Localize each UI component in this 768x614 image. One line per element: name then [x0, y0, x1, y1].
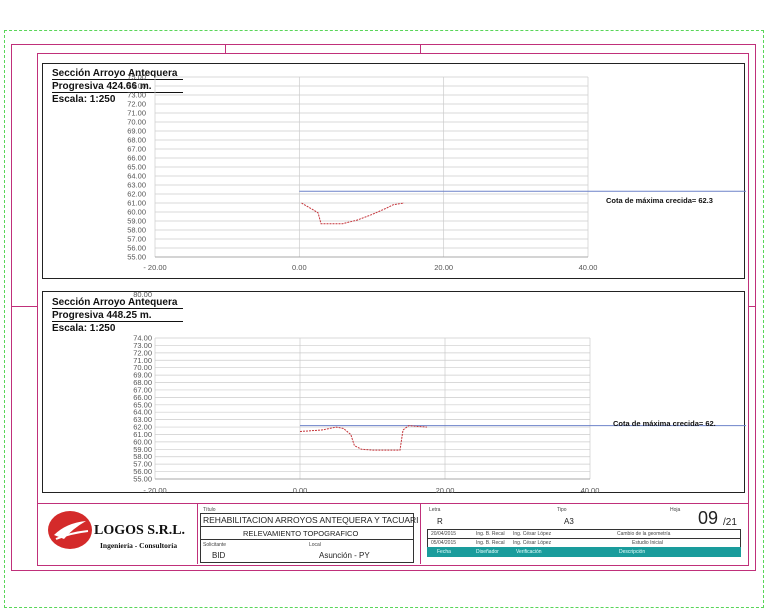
section-panel-bottom: Sección Arroyo Antequera Progresiva 448.…	[42, 291, 746, 494]
y-tick-label: 55.00	[127, 253, 146, 262]
y-tick-label: 70.00	[127, 118, 146, 127]
x-tick-label: 0.00	[292, 263, 307, 272]
divider	[427, 538, 741, 539]
y-tick-label: 64.00	[127, 172, 146, 181]
rev-descripcion: Estudio Inicial	[632, 540, 663, 546]
title-block: LOGOS S.R.L. Ingeniería - Consultoría Tí…	[37, 503, 749, 566]
divider	[200, 539, 414, 540]
rev-disenador: Ing. B. Recal	[476, 531, 505, 537]
revisions-header-bar	[427, 547, 741, 557]
y-tick-label: 55.00	[133, 475, 152, 484]
y-tick-label: 73.00	[127, 91, 146, 100]
hoja-label: Hoja	[670, 507, 681, 513]
section-panel-top: Sección Arroyo Antequera Progresiva 424.…	[42, 63, 746, 279]
flood-level-label: Cota de máxima crecida= 62.	[613, 419, 716, 428]
terrain-profile-line	[299, 425, 427, 451]
letra-label: Letra	[429, 507, 441, 513]
frame-tick-left	[11, 306, 37, 307]
rev-header-descripcion: Descripción	[619, 549, 646, 555]
rev-header-verificacion: Verificación	[516, 549, 542, 555]
rev-verificacion: Ing. César López	[513, 531, 552, 537]
hoja-value: 09	[698, 508, 719, 528]
terrain-profile-line	[301, 202, 405, 225]
y-tick-label: 69.00	[127, 127, 146, 136]
divider	[420, 504, 421, 564]
x-tick-label: - 20.00	[143, 486, 166, 494]
divider	[197, 504, 198, 564]
y-tick-label: 60.00	[127, 208, 146, 217]
letra-value: R	[437, 517, 443, 526]
x-tick-label: 20.00	[434, 263, 453, 272]
rev-descripcion: Cambio de la geometría	[617, 531, 671, 537]
y-tick-label: 74.00	[127, 82, 146, 91]
x-tick-label: - 20.00	[143, 263, 166, 272]
y-tick-label: 62.00	[127, 190, 146, 199]
company-name: LOGOS S.R.L.	[94, 523, 186, 538]
y-tick-label: 80.00	[133, 292, 152, 299]
y-tick-label: 57.00	[127, 235, 146, 244]
x-tick-label: 40.00	[581, 486, 600, 494]
x-tick-label: 0.00	[293, 486, 308, 494]
section-chart-top: 75.0074.0073.0072.0071.0070.0069.0068.00…	[127, 73, 746, 272]
y-tick-label: 56.00	[127, 244, 146, 253]
y-tick-label: 59.00	[127, 217, 146, 226]
project-subtitle: RELEVAMIENTO TOPOGRAFICO	[243, 529, 359, 538]
y-tick-label: 65.00	[127, 163, 146, 172]
rev-header-fecha: Fecha	[437, 549, 451, 555]
hoja-total: /21	[723, 517, 737, 528]
rev-fecha: 20/04/2015	[431, 531, 457, 537]
company-logo-icon	[48, 511, 92, 549]
y-tick-label: 67.00	[127, 145, 146, 154]
tipo-value: A3	[564, 517, 574, 526]
divider	[200, 526, 414, 527]
y-tick-label: 71.00	[127, 109, 146, 118]
x-tick-label: 40.00	[579, 263, 598, 272]
frame-tick-right	[749, 306, 756, 307]
rev-disenador: Ing. B. Recal	[476, 540, 505, 546]
flood-level-label: Cota de máxima crecida= 62.3	[606, 196, 713, 205]
y-tick-label: 61.00	[127, 199, 146, 208]
local-value: Asunción - PY	[319, 551, 370, 560]
solicitante-value: BID	[212, 551, 226, 560]
y-tick-label: 75.00	[127, 73, 146, 82]
y-tick-label: 72.00	[127, 100, 146, 109]
company-logo-area: LOGOS S.R.L. Ingeniería - Consultoría	[42, 506, 192, 562]
rev-header-disenador: Diseñador	[476, 549, 499, 555]
local-label: Local	[309, 542, 321, 548]
y-tick-label: 58.00	[127, 226, 146, 235]
y-tick-label: 63.00	[127, 181, 146, 190]
x-tick-label: 20.00	[436, 486, 455, 494]
rev-verificacion: Ing. César López	[513, 540, 552, 546]
project-title: REHABILITACION ARROYOS ANTEQUERA Y TACUA…	[203, 515, 419, 525]
frame-tick-top-1	[225, 44, 226, 53]
y-tick-label: 66.00	[127, 154, 146, 163]
company-subtitle: Ingeniería - Consultoría	[100, 541, 178, 550]
section-chart-bottom: 74.0073.0072.0071.0070.0069.0068.0067.00…	[133, 292, 746, 494]
y-tick-label: 68.00	[127, 136, 146, 145]
solicitante-label: Solicitante	[203, 542, 227, 548]
rev-fecha: 05/04/2015	[431, 540, 457, 546]
tipo-label: Tipo	[557, 507, 567, 513]
frame-tick-top-2	[420, 44, 421, 53]
